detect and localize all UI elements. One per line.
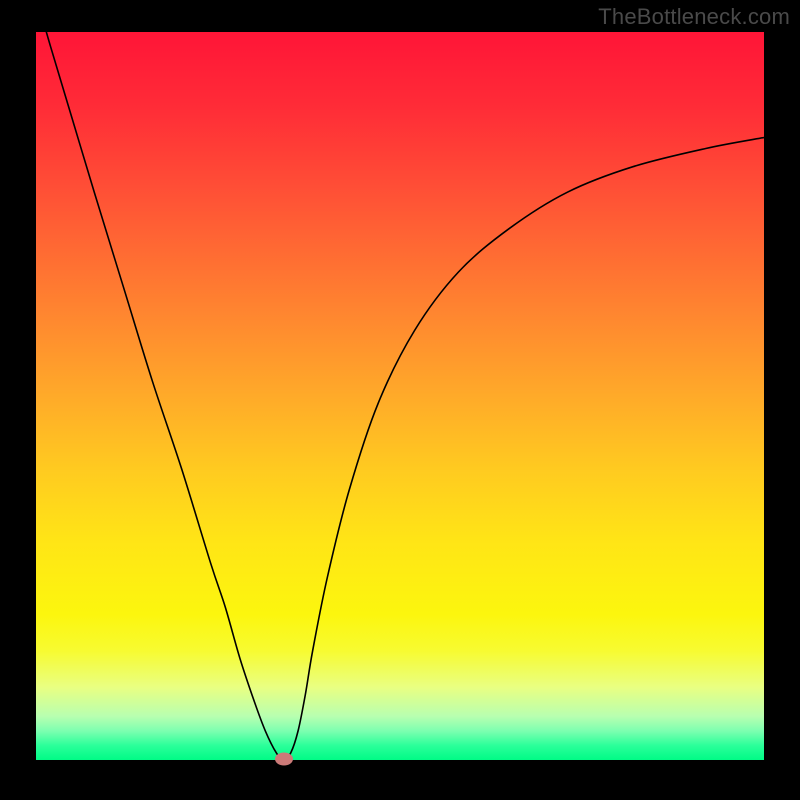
curve-svg	[36, 32, 764, 760]
optimal-point-marker	[275, 753, 293, 766]
bottleneck-curve-path	[36, 32, 764, 760]
watermark-text: TheBottleneck.com	[598, 4, 790, 30]
chart-container: TheBottleneck.com	[0, 0, 800, 800]
plot-area	[36, 32, 764, 760]
